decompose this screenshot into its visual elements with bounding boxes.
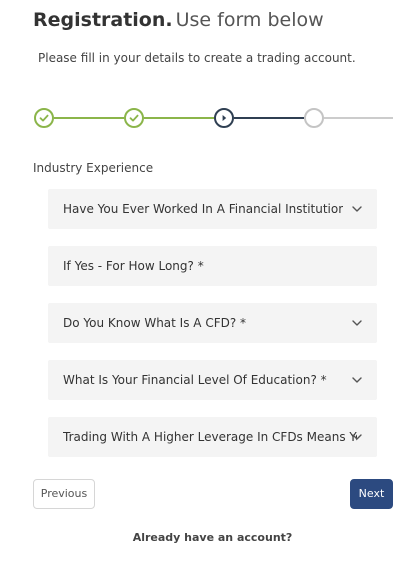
intro-text: Please fill in your details to create a … xyxy=(38,51,356,65)
step-3-current xyxy=(214,108,234,128)
chevron-down-icon xyxy=(352,320,362,326)
check-icon xyxy=(129,114,139,122)
chevron-down-icon xyxy=(352,377,362,383)
select-leverage-risk[interactable]: Trading With A Higher Leverage In CFDs M… xyxy=(48,417,377,457)
next-button[interactable]: Next xyxy=(350,479,393,509)
select-financial-institution-label: Have You Ever Worked In A Financial Inst… xyxy=(63,202,343,216)
already-have-account-link[interactable]: Already have an account? xyxy=(0,530,415,545)
select-know-cfd-label: Do You Know What Is A CFD? * xyxy=(63,316,247,330)
page-title-subtitle: Use form below xyxy=(175,9,324,31)
step-4-pending xyxy=(304,108,324,128)
page-title-bold: Registration. xyxy=(33,9,173,31)
select-know-cfd[interactable]: Do You Know What Is A CFD? * xyxy=(48,303,377,343)
page-title: Registration. Use form below xyxy=(33,6,324,34)
previous-button[interactable]: Previous xyxy=(33,479,95,509)
chevron-down-icon xyxy=(352,434,362,440)
step-2-completed xyxy=(124,108,144,128)
input-how-long[interactable]: If Yes - For How Long? * xyxy=(48,246,377,286)
select-education-level-label: What Is Your Financial Level Of Educatio… xyxy=(63,373,327,387)
stepper-line-1 xyxy=(54,117,124,119)
check-icon xyxy=(39,114,49,122)
section-label-industry-experience: Industry Experience xyxy=(33,161,154,175)
chevron-down-icon xyxy=(352,206,362,212)
stepper-line-4 xyxy=(324,117,393,119)
registration-page: Registration. Use form below Please fill … xyxy=(0,0,415,571)
progress-stepper xyxy=(0,104,415,132)
stepper-line-3 xyxy=(234,117,304,119)
select-leverage-risk-label: Trading With A Higher Leverage In CFDs M… xyxy=(63,430,357,444)
select-education-level[interactable]: What Is Your Financial Level Of Educatio… xyxy=(48,360,377,400)
select-financial-institution[interactable]: Have You Ever Worked In A Financial Inst… xyxy=(48,189,377,229)
input-how-long-placeholder: If Yes - For How Long? * xyxy=(63,259,204,273)
caret-right-icon xyxy=(222,115,227,121)
stepper-line-2 xyxy=(144,117,214,119)
step-1-completed xyxy=(34,108,54,128)
